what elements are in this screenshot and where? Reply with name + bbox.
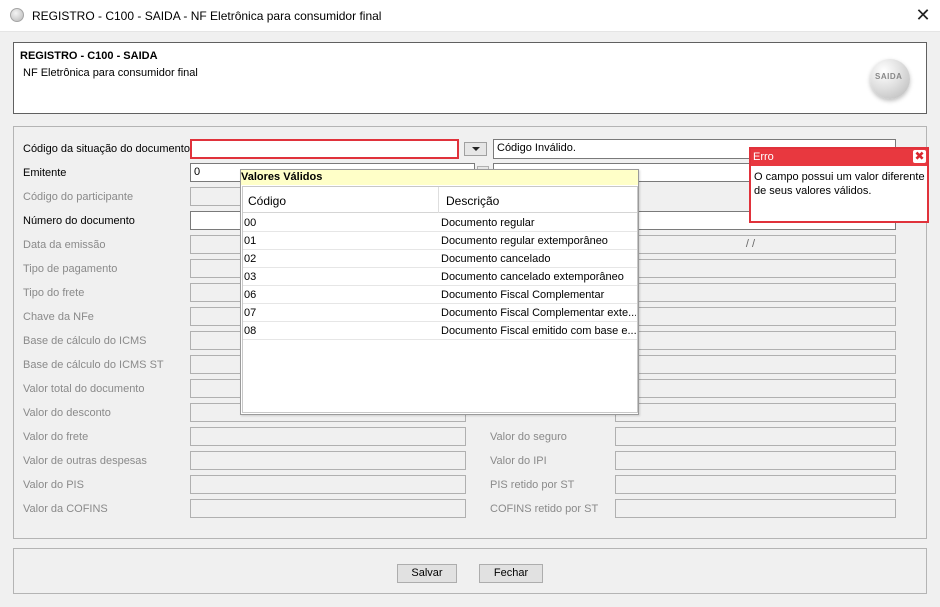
valor-cofins-input[interactable] [190,499,466,518]
table-row[interactable]: 03 Documento cancelado extemporâneo [243,268,637,286]
label-valor-desconto: Valor do desconto [23,407,111,419]
column-divider [438,187,439,213]
close-icon[interactable]: ✕ [912,5,934,27]
cell-desc: Documento regular [441,217,535,229]
header-title: REGISTRO - C100 - SAIDA [20,50,158,62]
cell-desc: Documento Fiscal Complementar exte... [441,307,636,319]
label-numero-documento: Número do documento [23,215,135,227]
valid-values-popup: Valores Válidos Código Descrição 00 Docum… [240,169,639,415]
label-data-emissao: Data da emissão [23,239,106,251]
cell-code: 02 [244,253,257,265]
abatimento-input[interactable] [615,403,896,422]
label-base-icms: Base de cálculo do ICMS [23,335,147,347]
cell-code: 06 [244,289,257,301]
app-icon [10,8,24,22]
cell-desc: Documento Fiscal Complementar [441,289,605,301]
table-row[interactable]: 06 Documento Fiscal Complementar [243,286,637,304]
label-valor-frete: Valor do frete [23,431,89,443]
valor-mercadorias-input[interactable] [615,379,896,398]
label-tipo-pagamento: Tipo de pagamento [23,263,118,275]
codigo-situacao-input[interactable] [190,139,459,159]
save-button[interactable]: Salvar [397,564,457,583]
cell-code: 01 [244,235,257,247]
title-bar: REGISTRO - C100 - SAIDA - NF Eletrônica … [0,0,940,32]
cell-code: 00 [244,217,257,229]
label-base-icms-st: Base de cálculo do ICMS ST [23,359,164,371]
cell-desc: Documento Fiscal emitido com base e... [441,325,636,337]
label-valor-cofins: Valor da COFINS [23,503,108,515]
logo-text: SAIDA [875,72,903,81]
valor-pis-input[interactable] [190,475,466,494]
label-codigo-participante: Código do participante [23,191,134,203]
chave-nfe-right-field[interactable] [615,307,896,326]
cell-code: 03 [244,271,257,283]
label-pis-retido-st: PIS retido por ST [490,479,575,491]
table-row[interactable]: 08 Documento Fiscal emitido com base e... [243,322,637,340]
error-message: O campo possui um valor diferente de seu… [754,171,925,197]
column-header-codigo[interactable]: Código [248,194,286,208]
valor-icms-st-input[interactable] [615,355,896,374]
label-valor-outras: Valor de outras despesas [23,455,147,467]
table-row[interactable]: 00 Documento regular [243,214,637,232]
valor-outras-input[interactable] [190,451,466,470]
cell-desc: Documento cancelado [441,253,551,265]
cofins-retido-st-input[interactable] [615,499,896,518]
valor-seguro-input[interactable] [615,427,896,446]
table-row[interactable]: 07 Documento Fiscal Complementar exte... [243,304,637,322]
cell-desc: Documento cancelado extemporâneo [441,271,624,283]
label-valor-seguro: Valor do seguro [490,431,567,443]
pis-retido-st-input[interactable] [615,475,896,494]
logo-icon: SAIDA [870,59,910,99]
button-bar [13,548,927,594]
window-title: REGISTRO - C100 - SAIDA - NF Eletrônica … [32,9,382,23]
tipo-pagamento-right-field[interactable] [615,259,896,278]
tipo-frete-right-field[interactable] [615,283,896,302]
label-emitente: Emitente [23,167,67,179]
column-header-descricao[interactable]: Descrição [446,194,499,208]
cell-code: 07 [244,307,257,319]
label-codigo-situacao: Código da situação do documento [23,143,190,155]
cell-desc: Documento regular extemporâneo [441,235,608,247]
error-tooltip: Erro ✖ O campo possui um valor diferente… [749,147,929,223]
grid-header: Código Descrição [243,187,637,213]
header-subtitle: NF Eletrônica para consumidor final [23,67,198,79]
label-chave-nfe: Chave da NFe [23,311,94,323]
valid-values-title: Valores Válidos [241,170,638,185]
code-dropdown-button[interactable] [464,142,487,156]
label-tipo-frete: Tipo do frete [23,287,85,299]
valor-frete-input[interactable] [190,427,466,446]
close-button[interactable]: Fechar [479,564,543,583]
label-valor-total: Valor total do documento [23,383,145,395]
table-row[interactable]: 01 Documento regular extemporâneo [243,232,637,250]
label-cofins-retido-st: COFINS retido por ST [490,503,599,515]
close-icon[interactable]: ✖ [913,150,926,163]
cell-code: 08 [244,325,257,337]
header-panel: REGISTRO - C100 - SAIDA NF Eletrônica pa… [13,42,927,114]
valor-icms-input[interactable] [615,331,896,350]
valid-values-grid: Código Descrição 00 Documento regular 01 D… [242,186,638,413]
table-row[interactable]: 02 Documento cancelado [243,250,637,268]
label-valor-ipi: Valor do IPI [490,455,547,467]
error-title: Erro [751,149,927,166]
data-saida-input[interactable]: / / [615,235,896,254]
valor-ipi-input[interactable] [615,451,896,470]
label-valor-pis: Valor do PIS [23,479,84,491]
